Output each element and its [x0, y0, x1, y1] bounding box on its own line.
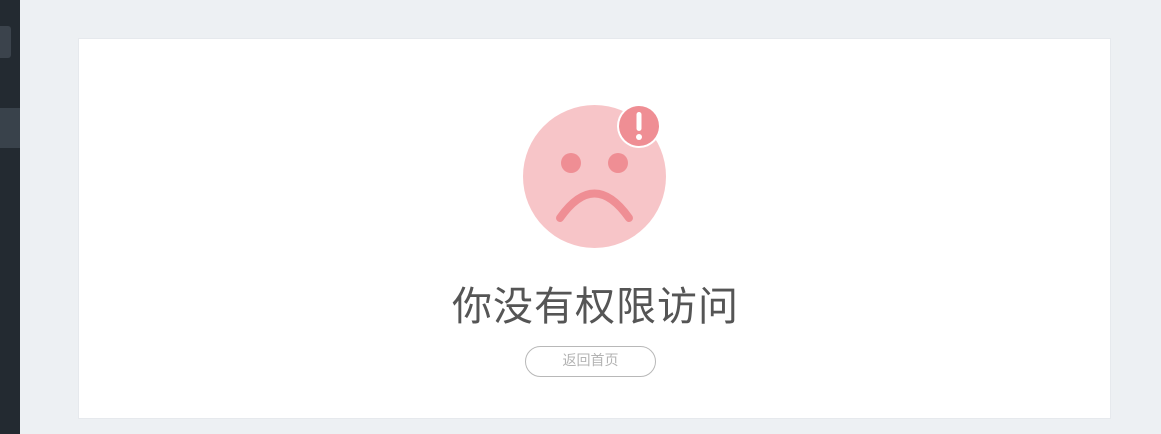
sad-face-icon — [523, 105, 666, 248]
sidebar: › — [0, 0, 20, 434]
sidebar-item[interactable] — [0, 26, 11, 58]
error-card: 你没有权限访问 返回首页 — [78, 38, 1111, 419]
back-to-home-button[interactable]: 返回首页 — [525, 346, 656, 377]
exclamation-badge-icon — [617, 105, 661, 148]
sidebar-item-active[interactable] — [0, 108, 20, 148]
error-message: 你没有权限访问 — [452, 284, 739, 330]
